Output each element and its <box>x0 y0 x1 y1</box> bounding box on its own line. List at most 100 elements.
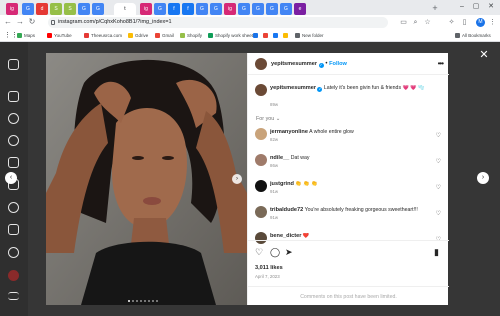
site-info-icon[interactable] <box>51 20 55 25</box>
bookmark-favicon-icon <box>208 33 213 38</box>
notifications-icon[interactable] <box>8 202 19 213</box>
reels-icon[interactable] <box>8 157 19 168</box>
browser-tab[interactable]: S <box>50 3 62 15</box>
bookmark-favicon-icon <box>295 33 300 38</box>
browser-tab[interactable]: f <box>182 3 194 15</box>
commenter-username[interactable]: justgrind <box>270 181 294 187</box>
caption-avatar[interactable] <box>255 84 267 96</box>
commenter-username[interactable]: bene_dicter <box>270 233 301 239</box>
bookmark-item[interactable] <box>253 31 260 41</box>
bookmark-favicon-icon <box>17 33 22 38</box>
home-icon[interactable] <box>8 91 19 102</box>
browser-tab[interactable]: G <box>266 3 278 15</box>
browser-tab[interactable]: G <box>22 3 34 15</box>
bookmark-item[interactable]: Gmail <box>155 31 174 41</box>
cast-icon[interactable]: ▭ <box>399 18 408 27</box>
commenter-avatar[interactable] <box>255 180 267 192</box>
back-icon[interactable]: ← <box>3 17 13 27</box>
browser-tab[interactable]: ig <box>224 3 236 15</box>
instagram-logo-icon[interactable] <box>8 59 19 70</box>
browser-tab[interactable]: G <box>238 3 250 15</box>
caption-username[interactable]: yepitsmesummer <box>270 85 316 91</box>
browser-tab[interactable]: S <box>64 3 76 15</box>
bookmark-item[interactable]: New folder <box>295 31 324 41</box>
author-username[interactable]: yepitsmesummer <box>271 61 317 67</box>
bookmark-label: Shopify work sheet <box>215 33 254 38</box>
bookmark-star-icon[interactable]: ☆ <box>423 18 432 27</box>
browser-tab[interactable]: d <box>36 3 48 15</box>
bookmark-item[interactable] <box>273 31 280 41</box>
commenter-username[interactable]: jermanyonline <box>270 129 308 135</box>
like-count[interactable]: 3,011 likes <box>255 265 283 271</box>
close-window-icon[interactable]: ✕ <box>484 2 498 12</box>
all-bookmarks[interactable]: All Bookmarks <box>455 31 491 41</box>
bookmark-item[interactable]: Shopify work sheet <box>208 31 253 41</box>
apps-grid-icon[interactable]: ⋮⋮ <box>4 31 18 41</box>
side-panel-icon[interactable]: ▯ <box>460 18 469 27</box>
search-icon[interactable] <box>8 113 19 124</box>
bookmark-favicon-icon <box>155 33 160 38</box>
profile-avatar[interactable]: M <box>476 18 485 27</box>
browser-tab[interactable]: e <box>294 3 306 15</box>
close-modal-icon[interactable]: ✕ <box>479 50 489 61</box>
browser-tab[interactable]: G <box>252 3 264 15</box>
browser-tab[interactable]: G <box>196 3 208 15</box>
bookmark-item[interactable] <box>263 31 270 41</box>
url-bar[interactable]: instagram.com/p/CqhxKoho8B1/?img_index=1 <box>48 17 388 28</box>
browser-tab[interactable]: G <box>78 3 90 15</box>
tab-strip: ig Gd S S G Gt ig Gf f G Gig G G G Ge + – ▢ ✕ <box>0 0 500 15</box>
post-options-icon[interactable]: ••• <box>438 59 444 68</box>
explore-icon[interactable] <box>8 135 19 146</box>
browser-tab[interactable]: G <box>210 3 222 15</box>
browser-tab[interactable]: G <box>92 3 104 15</box>
menu-icon[interactable]: ⋮ <box>488 18 497 27</box>
share-icon[interactable]: ➤ <box>285 247 293 257</box>
browser-tab[interactable]: G <box>280 3 292 15</box>
zoom-icon[interactable]: ⌕ <box>411 18 420 27</box>
bookmark-item[interactable] <box>283 31 290 41</box>
extensions-icon[interactable]: ✧ <box>447 18 456 27</box>
comment-like-icon[interactable]: ♡ <box>436 158 441 165</box>
verified-icon: ✓ <box>317 86 323 92</box>
comment-like-icon[interactable]: ♡ <box>436 210 441 217</box>
minimize-icon[interactable]: – <box>455 2 469 12</box>
bookmark-item[interactable]: Theeusrca.com <box>84 31 122 41</box>
post-photo[interactable] <box>46 53 247 305</box>
comment-time: 91w <box>270 215 279 220</box>
commenter-avatar[interactable] <box>255 154 267 166</box>
next-post-button[interactable]: › <box>477 172 489 184</box>
comment-like-icon[interactable]: ♡ <box>436 184 441 191</box>
browser-tab[interactable]: t <box>114 3 136 15</box>
more-menu-icon[interactable] <box>8 292 19 300</box>
bookmark-favicon-icon <box>263 33 268 38</box>
author-avatar[interactable] <box>255 58 267 70</box>
bookmark-item[interactable]: YouTube <box>47 31 72 41</box>
previous-post-button[interactable]: ‹ <box>5 172 17 184</box>
commenter-avatar[interactable] <box>255 128 267 140</box>
create-icon[interactable] <box>8 224 19 235</box>
comment-like-icon[interactable]: ♡ <box>436 132 441 139</box>
forward-icon[interactable]: → <box>15 17 25 27</box>
browser-tab[interactable]: ig <box>6 3 18 15</box>
save-icon[interactable]: ▮ <box>434 247 439 257</box>
browser-tab[interactable]: G <box>154 3 166 15</box>
commenter-username[interactable]: tribaldude72 <box>270 207 303 213</box>
new-tab-button[interactable]: + <box>430 3 440 13</box>
for-you-filter[interactable]: For you ⌄ <box>256 116 280 122</box>
bookmark-favicon-icon <box>283 33 288 38</box>
profile-icon[interactable] <box>8 270 19 281</box>
next-image-button[interactable]: › <box>232 174 242 184</box>
comment-icon[interactable]: ◯ <box>270 247 280 257</box>
browser-tab[interactable]: ig <box>140 3 152 15</box>
maximize-icon[interactable]: ▢ <box>469 2 483 12</box>
like-icon[interactable]: ♡ <box>255 247 263 257</box>
bookmark-item[interactable]: Shopify <box>180 31 202 41</box>
commenter-avatar[interactable] <box>255 206 267 218</box>
browser-tab[interactable]: f <box>168 3 180 15</box>
reload-icon[interactable]: ↻ <box>27 17 37 27</box>
follow-button[interactable]: Follow <box>329 61 347 67</box>
commenter-username[interactable]: ndile__ <box>270 155 289 161</box>
threads-icon[interactable] <box>8 247 19 258</box>
bookmark-item[interactable]: Maps <box>17 31 35 41</box>
bookmark-item[interactable]: Gdrive <box>128 31 148 41</box>
